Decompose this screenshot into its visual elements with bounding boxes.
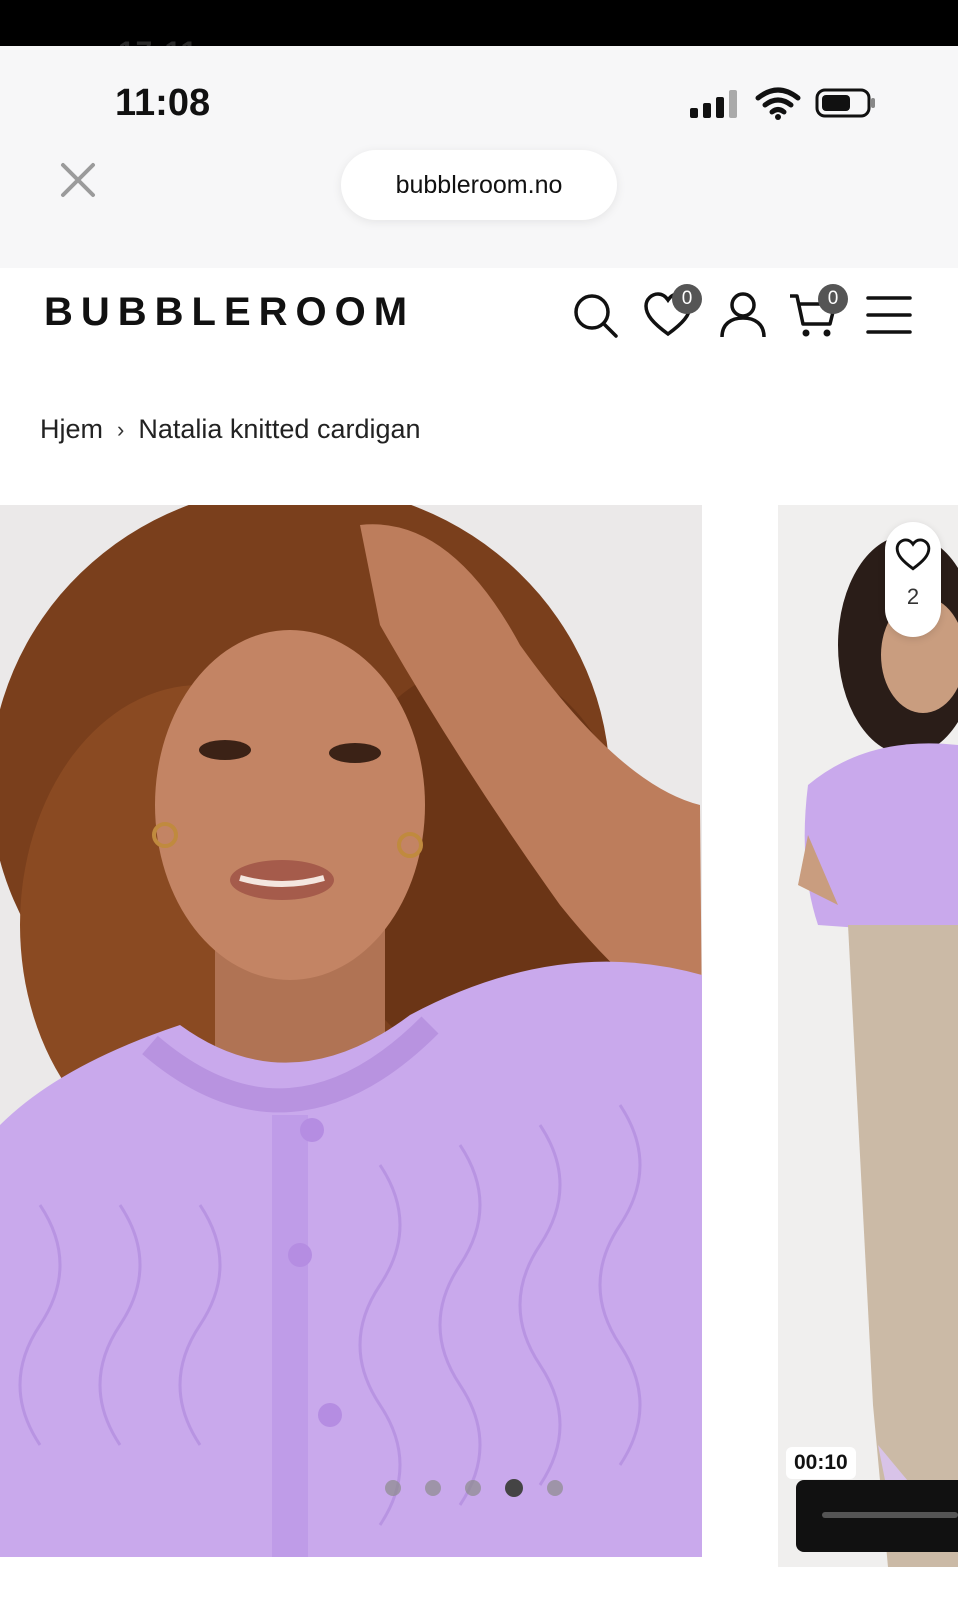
battery-icon (815, 88, 875, 118)
breadcrumb-current: Natalia knitted cardigan (138, 414, 421, 444)
url-text: bubbleroom.no (395, 170, 563, 199)
product-image-secondary[interactable] (778, 505, 958, 1567)
wifi-icon (755, 87, 801, 120)
model-photo (0, 505, 702, 1557)
carousel-dot[interactable] (465, 1480, 481, 1496)
user-icon[interactable] (718, 290, 768, 340)
breadcrumb: Hjem › Natalia knitted cardigan (40, 414, 421, 445)
search-icon[interactable] (570, 290, 620, 340)
carousel-dots (385, 1479, 563, 1497)
url-bar[interactable]: bubbleroom.no (341, 150, 617, 220)
cart-badge: 0 (818, 284, 848, 314)
site-logo[interactable]: BUBBLEROOM (44, 290, 415, 335)
top-status-strip: 17:11 (0, 0, 958, 48)
favorite-count: 2 (906, 584, 920, 609)
video-progress-track[interactable] (822, 1512, 958, 1518)
wishlist-badge: 0 (672, 284, 702, 314)
product-image-main[interactable] (0, 505, 702, 1557)
model-video-still (778, 505, 958, 1567)
carousel-dot[interactable] (547, 1480, 563, 1496)
favorite-button[interactable]: 2 (885, 522, 941, 637)
video-timestamp: 00:10 (786, 1447, 856, 1479)
signal-icon (690, 90, 737, 118)
browser-chrome: 11:08 bubbleroom.no (0, 46, 958, 268)
breadcrumb-home-link[interactable]: Hjem (40, 414, 103, 445)
menu-icon[interactable] (864, 290, 914, 340)
carousel-dot[interactable] (385, 1480, 401, 1496)
status-time: 11:08 (115, 82, 211, 124)
close-icon[interactable] (58, 160, 98, 200)
breadcrumb-separator: › (117, 416, 125, 442)
carousel-dot[interactable] (425, 1480, 441, 1496)
heart-icon (895, 538, 931, 571)
carousel-dot-active[interactable] (505, 1479, 523, 1497)
